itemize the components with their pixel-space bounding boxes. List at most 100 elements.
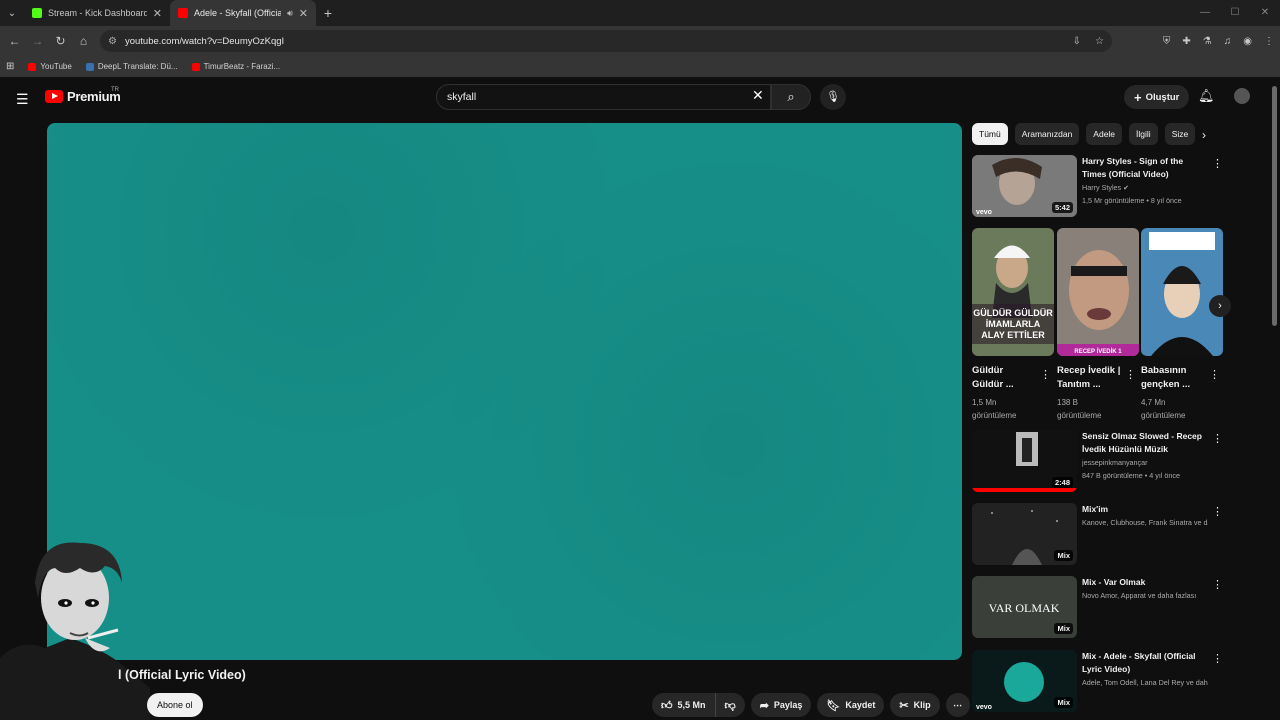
recommended-video[interactable]: vevo 5:42 Harry Styles - Sign of the Tim… — [972, 155, 1232, 221]
verified-icon: ✔ — [1123, 183, 1130, 192]
more-options-icon[interactable]: ⋮ — [1212, 652, 1223, 665]
chip-for-you[interactable]: Size — [1164, 123, 1196, 145]
bookmarks-bar: ⊞ YouTube DeepL Translate: Dü... TimurBe… — [0, 56, 1280, 78]
avatar[interactable] — [1234, 88, 1250, 104]
close-tab-icon[interactable]: ✕ — [299, 7, 308, 20]
search-icon: ⌕ — [787, 89, 795, 104]
media-control-icon[interactable]: ♫ — [1224, 36, 1232, 47]
mix-badge: Mix — [1054, 623, 1073, 634]
bookmark-star-icon[interactable]: ☆ — [1095, 36, 1104, 47]
maximize-icon[interactable]: ☐ — [1220, 0, 1250, 26]
recommended-mix[interactable]: VAR OLMAK Mix Mix - Var Olmak Novo Amor,… — [972, 576, 1232, 642]
minimize-icon[interactable]: — — [1190, 0, 1220, 26]
close-window-icon[interactable]: ✕ — [1250, 0, 1280, 26]
mix-artists: Kanove, Clubhouse, Frank Sinatra ve dah.… — [1082, 518, 1208, 527]
more-options-icon[interactable]: ⋮ — [1040, 368, 1051, 381]
url-text: youtube.com/watch?v=DeumyOzKqgI — [124, 35, 285, 47]
short-item[interactable]: RECEP İVEDİK 1 Recep İvedik | Tanıtım ..… — [1057, 228, 1139, 422]
more-actions-button[interactable]: ⋯ — [945, 693, 970, 717]
duration-badge: 5:42 — [1051, 202, 1073, 213]
hamburger-menu-icon[interactable]: ☰ — [16, 91, 29, 108]
youtube-premium-logo[interactable]: Premium TR — [45, 87, 121, 104]
views-label: görüntüleme — [1057, 411, 1102, 420]
video-meta: 1,5 Mr görüntüleme • 8 yıl önce — [1082, 196, 1182, 205]
short-views: 1,5 Mn görüntüleme — [972, 396, 1054, 422]
share-button[interactable]: ➦ Paylaş — [750, 693, 812, 717]
create-label: Oluştur — [1145, 91, 1180, 103]
more-options-icon[interactable]: ⋮ — [1125, 368, 1136, 381]
video-thumbnail: vevo 5:42 — [972, 155, 1077, 217]
svg-text:vevo: vevo — [976, 704, 992, 711]
video-thumbnail: 2:48 — [972, 430, 1077, 492]
recommended-video[interactable]: 2:48 Sensiz Olmaz Slowed - Recep İvedik … — [972, 430, 1232, 496]
channel-label: Harry Styles — [1082, 183, 1122, 192]
save-button[interactable]: 🔖︎ Kaydet — [817, 693, 885, 717]
page-scrollbar[interactable] — [1272, 86, 1277, 326]
short-item[interactable]: GÜLDÜR GÜLDÜR İMAMLARLA ALAY ETTİLER Gül… — [972, 228, 1054, 422]
views-label: görüntüleme — [972, 411, 1017, 420]
more-options-icon[interactable]: ⋮ — [1212, 432, 1223, 445]
chevron-right-icon[interactable]: › — [1202, 128, 1206, 142]
extensions-icon[interactable]: ✚ — [1182, 36, 1190, 47]
video-info: Mix'im Kanove, Clubhouse, Frank Sinatra … — [1082, 503, 1208, 529]
shorts-next-button[interactable]: › — [1209, 295, 1231, 317]
chip-adele[interactable]: Adele — [1086, 123, 1123, 145]
video-player[interactable] — [47, 123, 962, 660]
short-views: 138 B görüntüleme — [1057, 396, 1139, 422]
tab-title: Adele - Skyfall (Official Lyri — [194, 8, 282, 18]
mix-thumbnail: vevo Mix — [972, 650, 1077, 712]
like-button[interactable]: 👍︎ 5,5 Mn — [652, 693, 716, 717]
profile-icon[interactable]: ◉ — [1243, 36, 1252, 47]
country-code: TR — [111, 87, 119, 93]
create-button[interactable]: + Oluştur — [1124, 85, 1190, 109]
reload-icon[interactable]: ↻ — [49, 34, 72, 48]
short-title: Babasının gençken ... — [1141, 365, 1191, 390]
clear-search-icon[interactable]: ✕ — [752, 87, 764, 104]
search-button[interactable]: ⌕ — [771, 84, 811, 110]
recommended-mix[interactable]: vevo Mix Mix - Adele - Skyfall (Official… — [972, 650, 1232, 716]
subscribe-button[interactable]: Abone ol — [147, 693, 203, 717]
site-info-icon[interactable]: ⚙ — [108, 36, 117, 47]
bookmark-youtube[interactable]: YouTube — [28, 62, 72, 71]
clip-button[interactable]: ✂ Klip — [890, 693, 940, 717]
bookmark-timurbeatz[interactable]: TimurBeatz - Farazi... — [191, 62, 280, 71]
chip-from-search[interactable]: Aramanızdan — [1014, 123, 1080, 145]
browser-tab-youtube[interactable]: Adele - Skyfall (Official Lyri 🔊︎ ✕ — [170, 0, 316, 26]
new-tab-button[interactable]: + — [316, 5, 340, 21]
microphone-icon: 🎙︎ — [826, 91, 840, 103]
speaker-icon[interactable]: 🔊︎ — [287, 8, 293, 19]
search-input[interactable]: skyfall — [436, 84, 771, 110]
share-arrow-icon: ➦ — [759, 699, 769, 712]
apps-grid-icon[interactable]: ⊞ — [6, 61, 14, 72]
forward-icon[interactable]: → — [26, 34, 49, 48]
bookmark-deepl[interactable]: DeepL Translate: Dü... — [85, 62, 178, 71]
video-info: Mix - Var Olmak Novo Amor, Apparat ve da… — [1082, 576, 1208, 602]
shield-icon[interactable]: ⛨ — [1163, 36, 1171, 47]
more-options-icon[interactable]: ⋮ — [1209, 368, 1220, 381]
back-icon[interactable]: ← — [3, 34, 26, 48]
channel-name: Harry Styles ✔ — [1082, 181, 1208, 194]
window-controls: — ☐ ✕ — [1190, 0, 1280, 26]
views-count: 4,7 Mn — [1141, 398, 1166, 407]
browser-tab-kick[interactable]: Stream - Kick Dashboard ✕ — [24, 0, 170, 26]
tab-search-icon[interactable]: ⌄ — [0, 0, 24, 26]
short-item[interactable]: Babasının gençken ... 4,7 Mn görüntüleme … — [1141, 228, 1223, 422]
install-app-icon[interactable]: ⇩ — [1073, 36, 1081, 47]
home-icon[interactable]: ⌂ — [72, 34, 95, 48]
address-bar[interactable]: ⚙ youtube.com/watch?v=DeumyOzKqgI ⇩ ☆ — [100, 30, 1112, 52]
lab-icon[interactable]: ⚗ — [1203, 36, 1212, 47]
voice-search-button[interactable]: 🎙︎ — [820, 84, 846, 110]
deepl-bookmark-icon — [85, 62, 94, 71]
menu-dots-icon[interactable]: ⋮ — [1264, 36, 1274, 47]
recommended-mix[interactable]: Mix Mix'im Kanove, Clubhouse, Frank Sina… — [972, 503, 1232, 569]
more-options-icon[interactable]: ⋮ — [1212, 157, 1223, 170]
notifications-bell-icon[interactable]: 🔔︎ — [1198, 88, 1215, 104]
dislike-button[interactable]: 👎︎ — [715, 693, 745, 717]
more-options-icon[interactable]: ⋮ — [1212, 578, 1223, 591]
browser-toolbar: ← → ↻ ⌂ ⚙ youtube.com/watch?v=DeumyOzKqg… — [0, 26, 1280, 56]
chip-related[interactable]: İlgili — [1129, 123, 1158, 145]
youtube-bookmark-icon — [191, 62, 200, 71]
chip-all[interactable]: Tümü — [972, 123, 1008, 145]
close-tab-icon[interactable]: ✕ — [153, 7, 162, 20]
more-options-icon[interactable]: ⋮ — [1212, 505, 1223, 518]
